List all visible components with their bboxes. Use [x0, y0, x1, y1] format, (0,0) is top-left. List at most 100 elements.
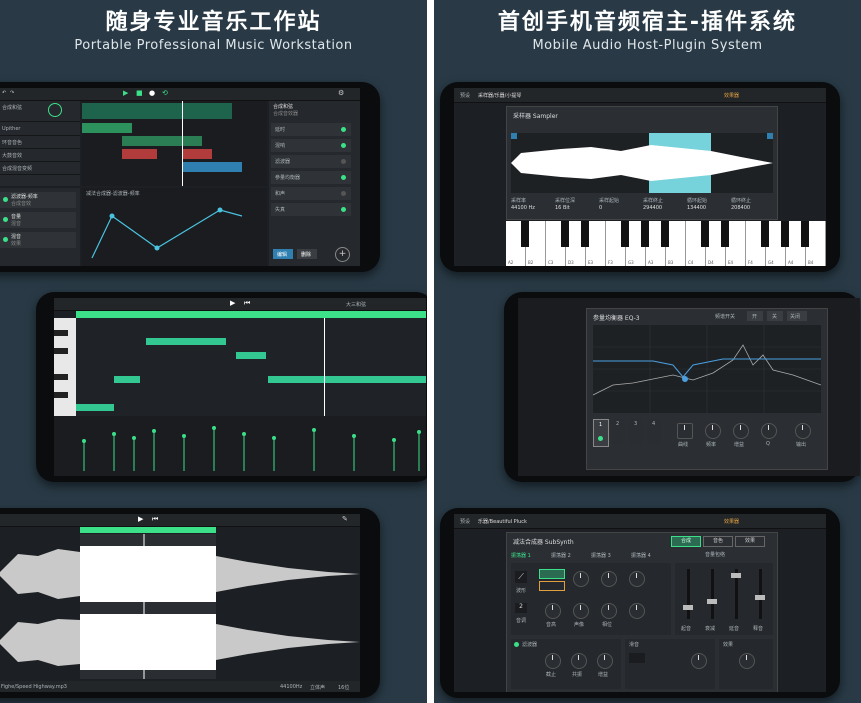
skip-icon[interactable]: ⏮ [244, 299, 250, 308]
q-knob[interactable] [761, 423, 777, 439]
synth-tab-tone[interactable]: 音色 [703, 536, 733, 547]
skip-icon[interactable]: ⏮ [152, 515, 158, 524]
redo-icon[interactable]: ↷ [10, 90, 14, 96]
white-key[interactable]: C4 [686, 221, 709, 266]
playhead[interactable] [182, 101, 183, 186]
record-icon[interactable]: ● [149, 89, 155, 97]
lfo-value-box[interactable] [629, 653, 645, 663]
clip[interactable] [182, 149, 212, 159]
track-row-3[interactable]: 大鼓音效 [0, 149, 80, 162]
fx-item-2[interactable]: 滤波器 [271, 155, 351, 168]
white-key[interactable]: F4 [746, 221, 769, 266]
fader-cap[interactable] [683, 605, 693, 610]
tone-knob[interactable] [601, 571, 617, 587]
black-key[interactable] [54, 392, 68, 398]
effects-label[interactable]: 效果器 [724, 92, 739, 99]
white-key[interactable]: A2 [506, 221, 529, 266]
loop-icon[interactable]: ⟲ [162, 89, 168, 97]
param-value[interactable]: 134400 [687, 205, 706, 211]
white-key[interactable]: A4 [786, 221, 809, 266]
band-2[interactable]: 2 [611, 419, 625, 445]
pitch-knob[interactable] [573, 571, 589, 587]
eq-btn-1[interactable]: 关 [767, 311, 783, 321]
note[interactable] [236, 352, 266, 359]
filter-on-dot[interactable] [514, 642, 519, 647]
note[interactable] [268, 376, 426, 383]
wave-ruler[interactable] [80, 527, 216, 533]
white-key[interactable]: B4 [806, 221, 826, 266]
lfo-knob[interactable] [691, 653, 707, 669]
fx-on-dot[interactable] [341, 143, 346, 148]
white-key[interactable]: A3 [646, 221, 669, 266]
black-key[interactable] [54, 348, 68, 354]
black-key[interactable] [661, 221, 669, 247]
eq-btn-2[interactable]: 关闭 [787, 311, 807, 321]
level-knob[interactable] [629, 603, 645, 619]
fine-knob[interactable] [573, 603, 589, 619]
fx-on-dot[interactable] [341, 207, 346, 212]
stop-icon[interactable]: ■ [136, 89, 143, 97]
freq-knob[interactable] [705, 423, 721, 439]
track-row-0[interactable]: 合成和弦 [0, 101, 80, 122]
sample-waveform[interactable] [511, 133, 773, 193]
black-key[interactable] [621, 221, 629, 247]
white-key[interactable]: D3 [566, 221, 589, 266]
white-key[interactable]: G4 [766, 221, 789, 266]
attack-fader[interactable] [683, 569, 693, 619]
cutoff-knob[interactable] [545, 653, 561, 669]
delete-button[interactable]: 删除 [297, 249, 317, 259]
osc-tab[interactable]: 振荡器 1 [511, 552, 531, 559]
band-3[interactable]: 3 [629, 419, 643, 445]
osc-mode-b[interactable] [539, 581, 565, 591]
phase-knob[interactable] [601, 603, 617, 619]
white-key[interactable]: B2 [526, 221, 546, 266]
black-key[interactable] [641, 221, 649, 247]
waveform-icon[interactable]: ⟋ [515, 571, 527, 583]
fx-item-0[interactable]: 延时 [271, 123, 351, 136]
timeline-ruler[interactable] [76, 311, 426, 318]
clip[interactable] [122, 136, 202, 146]
fx-on-dot[interactable] [341, 175, 346, 180]
black-key[interactable] [801, 221, 809, 247]
param-value[interactable]: 294400 [643, 205, 662, 211]
fx-item-4[interactable]: 和声 [271, 187, 351, 200]
param-value[interactable]: 16 Bit [555, 205, 570, 211]
automation-curve[interactable] [82, 188, 267, 266]
black-key[interactable] [54, 330, 68, 336]
clip[interactable] [82, 123, 132, 133]
param-value[interactable]: 0 [599, 205, 602, 211]
filter-gain-knob[interactable] [597, 653, 613, 669]
black-key[interactable] [761, 221, 769, 247]
eq-btn-0[interactable]: 开 [747, 311, 763, 321]
white-key[interactable]: C3 [546, 221, 569, 266]
curve-knob[interactable] [677, 423, 693, 439]
edit-button[interactable]: 编辑 [273, 249, 293, 259]
track-row-1[interactable]: Upither [0, 123, 80, 136]
fx-on-dot[interactable] [341, 127, 346, 132]
detune-knob[interactable] [545, 603, 561, 619]
white-key[interactable]: F3 [606, 221, 629, 266]
waveform[interactable] [0, 534, 360, 679]
osc-tab[interactable]: 振荡器 2 [551, 552, 571, 559]
osc-mode-a[interactable] [539, 569, 565, 579]
fx-off-dot[interactable] [341, 159, 346, 164]
clip[interactable] [182, 162, 242, 172]
fader-cap[interactable] [707, 599, 717, 604]
play-icon[interactable]: ▶ [230, 299, 235, 307]
keyboard[interactable]: A2 B2 C3 D3 E3 F3 G3 A3 B3 C4 D4 E4 F4 G4 A4 B4 [506, 221, 826, 266]
clip[interactable] [82, 103, 232, 119]
clip[interactable] [122, 149, 157, 159]
black-key[interactable] [781, 221, 789, 247]
band-1[interactable]: 1 [593, 419, 609, 447]
resonance-knob[interactable] [571, 653, 587, 669]
effects-label[interactable]: 效果器 [724, 518, 739, 525]
release-fader[interactable] [755, 569, 765, 619]
track-row-2[interactable]: 环音音色 [0, 136, 80, 149]
black-key[interactable] [701, 221, 709, 247]
instrument-0[interactable]: 滤波器-频率 合成音效 [0, 192, 76, 208]
octave-box[interactable]: 2 [515, 603, 527, 613]
undo-icon[interactable]: ↶ [2, 90, 6, 96]
decay-fader[interactable] [707, 569, 717, 619]
synth-tab-synth[interactable]: 合成 [671, 536, 701, 547]
eq-spectrum[interactable] [593, 325, 821, 413]
